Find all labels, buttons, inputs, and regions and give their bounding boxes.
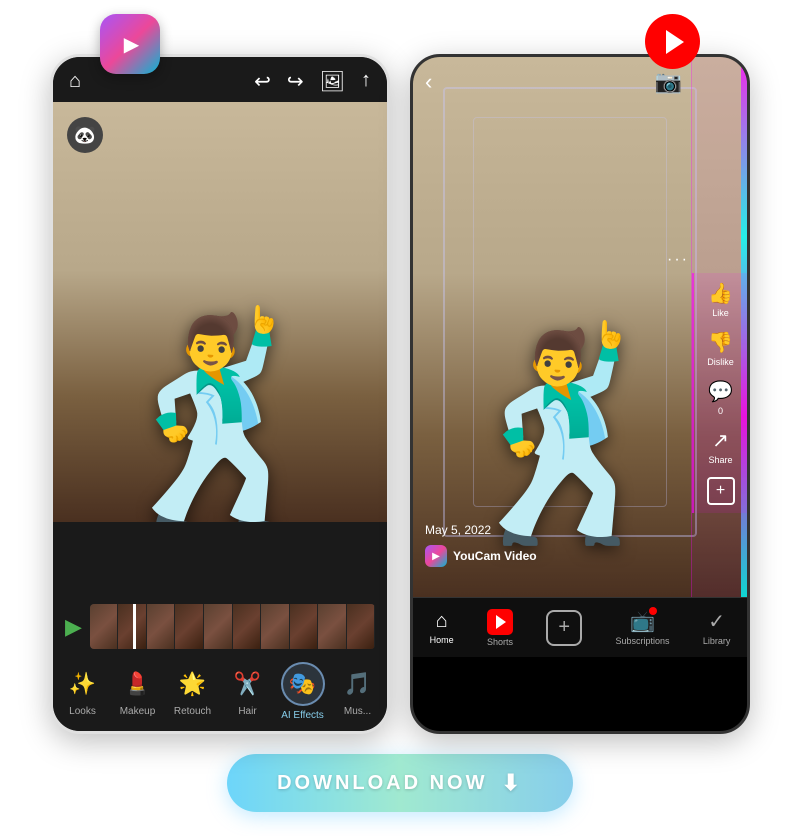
person-figure: 🕺: [95, 322, 344, 522]
share-icon[interactable]: ↑: [361, 69, 371, 94]
youcam-mini-logo: ▶: [425, 545, 447, 567]
makeup-label: Makeup: [120, 706, 156, 717]
youtube-nav: ⌂ Home Shorts + 📺 Subsc: [413, 597, 747, 657]
looks-icon: ✨: [65, 666, 101, 702]
top-icons-group: ↩ ↪ 🖼 ↑: [254, 69, 371, 94]
right-phone-frame: ‹ 📷 🕺 ··· 👍: [410, 54, 750, 734]
frame-10: [347, 604, 375, 649]
retouch-label: Retouch: [174, 706, 211, 717]
phones-row: ⌂ ↩ ↪ 🖼 ↑ 🐼 🕺: [50, 24, 750, 734]
youtube-logo: [645, 14, 700, 69]
redo-icon[interactable]: ↪: [287, 69, 304, 94]
frame-1: [90, 604, 119, 649]
shorts-nav-icon: [487, 609, 513, 635]
side-actions: 👍 Like 👎 Dislike 💬 0 ↗ Share: [692, 273, 747, 513]
youtube-play-icon: [666, 30, 684, 54]
frame-8: [290, 604, 319, 649]
nav-library[interactable]: ✓ Library: [703, 609, 731, 646]
share-action[interactable]: ↗ Share: [708, 428, 732, 465]
gallery-icon[interactable]: 🖼: [320, 69, 345, 94]
play-button[interactable]: ▶: [65, 614, 82, 640]
library-nav-label: Library: [703, 636, 731, 646]
download-label: DOWNLOAD NOW: [277, 772, 487, 795]
youtube-app-icon[interactable]: [645, 14, 700, 69]
timeline-bar: ▶: [65, 604, 375, 649]
tool-retouch[interactable]: 🌟 Retouch: [168, 666, 218, 717]
home-nav-label: Home: [430, 635, 454, 645]
nav-home[interactable]: ⌂ Home: [430, 610, 454, 645]
tool-makeup[interactable]: 💄 Makeup: [113, 666, 163, 717]
subscriptions-icon: 📺: [630, 609, 655, 634]
library-icon: ✓: [708, 609, 725, 634]
frame-3: [147, 604, 176, 649]
date-overlay: May 5, 2022: [425, 523, 491, 537]
share-icon: ↗: [712, 428, 729, 453]
like-label: Like: [712, 308, 729, 318]
add-icon: +: [707, 477, 735, 505]
comment-action[interactable]: 💬 0: [708, 379, 733, 416]
nav-shorts[interactable]: Shorts: [487, 609, 513, 647]
right-video-area: ‹ 📷 🕺 ··· 👍: [413, 57, 747, 597]
makeup-icon: 💄: [120, 666, 156, 702]
dislike-label: Dislike: [707, 357, 734, 367]
subscriptions-nav-label: Subscriptions: [616, 636, 670, 646]
frame-9: [318, 604, 347, 649]
notification-dot: [649, 607, 657, 615]
tool-hair[interactable]: ✂️ Hair: [223, 666, 273, 717]
timeline-strip[interactable]: [90, 604, 375, 649]
right-person-figure: 🕺: [502, 167, 632, 537]
download-icon: ⬇: [501, 770, 522, 796]
youcam-watermark-text: YouCam Video: [453, 549, 537, 563]
hair-icon: ✂️: [230, 666, 266, 702]
dislike-action[interactable]: 👎 Dislike: [707, 330, 734, 367]
like-action[interactable]: 👍 Like: [708, 281, 733, 318]
tool-looks[interactable]: ✨ Looks: [58, 666, 108, 717]
ai-effects-circle: 🎭: [281, 662, 325, 706]
comment-icon: 💬: [708, 379, 733, 404]
undo-icon[interactable]: ↩: [254, 69, 271, 94]
music-label: Mus...: [344, 706, 371, 717]
home-icon[interactable]: ⌂: [69, 70, 81, 93]
dislike-icon: 👎: [708, 330, 733, 355]
main-container: ⌂ ↩ ↪ 🖼 ↑ 🐼 🕺: [0, 24, 800, 812]
youcam-app-icon[interactable]: [100, 14, 160, 74]
tools-row: ✨ Looks 💄 Makeup 🌟 Retouch ✂️ Hair: [53, 656, 387, 731]
nav-add[interactable]: +: [546, 610, 582, 646]
tool-ai-effects[interactable]: 🎭 AI Effects: [278, 662, 328, 721]
shorts-nav-label: Shorts: [487, 637, 513, 647]
timeline-area: ▶: [53, 596, 387, 663]
comment-count: 0: [718, 406, 723, 416]
camera-icon[interactable]: 📷: [655, 69, 682, 95]
ai-effects-label: AI Effects: [281, 710, 324, 721]
frame-6: [233, 604, 262, 649]
timeline-cursor[interactable]: [133, 604, 136, 649]
like-icon: 👍: [708, 281, 733, 306]
video-preview: 🕺: [53, 102, 387, 522]
home-nav-icon: ⌂: [436, 610, 448, 633]
left-phone-frame: ⌂ ↩ ↪ 🖼 ↑ 🐼 🕺: [50, 54, 390, 734]
frame-4: [175, 604, 204, 649]
looks-label: Looks: [69, 706, 96, 717]
retouch-icon: 🌟: [175, 666, 211, 702]
add-button[interactable]: +: [546, 610, 582, 646]
user-avatar: 🐼: [67, 117, 103, 153]
frame-5: [204, 604, 233, 649]
add-action[interactable]: +: [707, 477, 735, 505]
three-dots-icon[interactable]: ···: [667, 251, 689, 269]
hair-label: Hair: [238, 706, 256, 717]
music-icon: 🎵: [340, 666, 376, 702]
frame-7: [261, 604, 290, 649]
youcam-watermark: ▶ YouCam Video: [425, 545, 537, 567]
back-arrow[interactable]: ‹: [425, 69, 432, 95]
nav-subscriptions[interactable]: 📺 Subscriptions: [616, 609, 670, 646]
ai-effects-icon: 🎭: [285, 666, 321, 702]
download-button[interactable]: DOWNLOAD NOW ⬇: [227, 754, 573, 812]
share-label: Share: [708, 455, 732, 465]
tool-music[interactable]: 🎵 Mus...: [333, 666, 383, 717]
